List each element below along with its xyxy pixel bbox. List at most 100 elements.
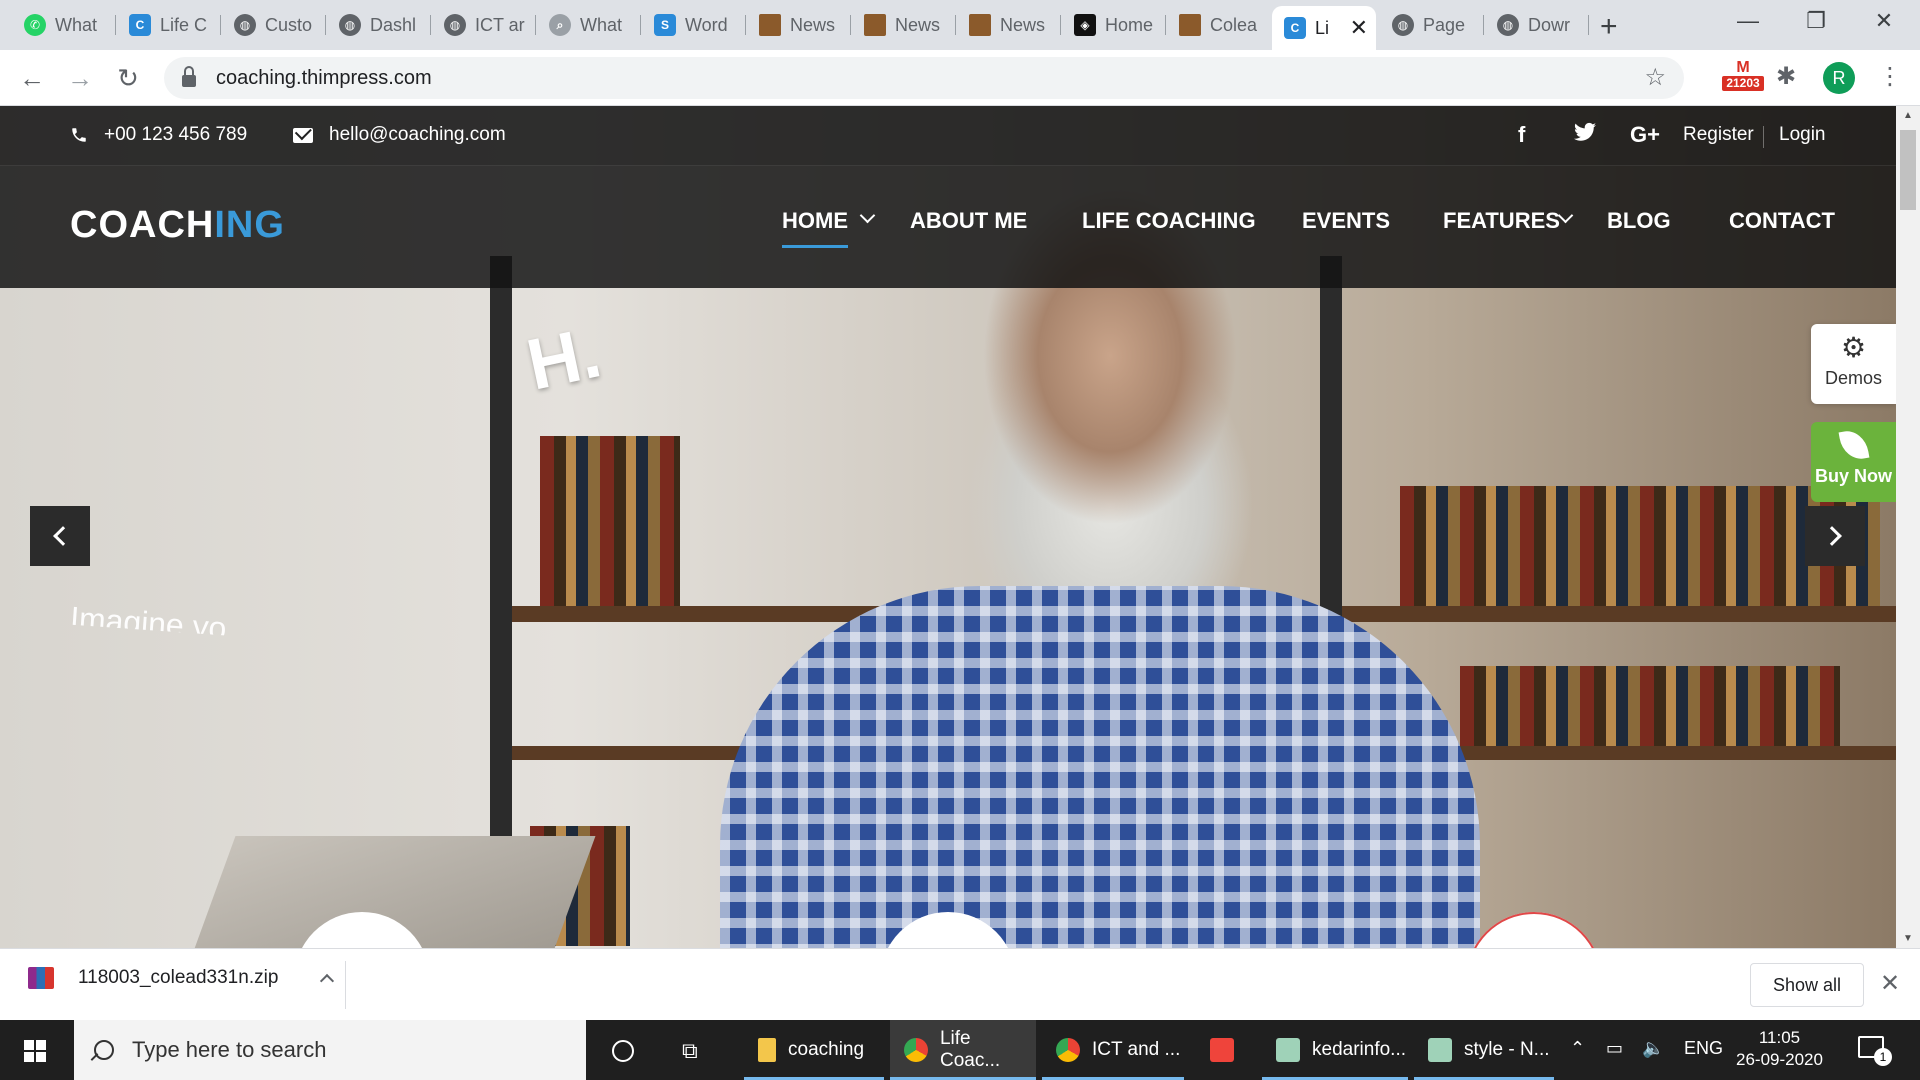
browser-tab[interactable]: ⌕ What xyxy=(537,7,641,43)
browser-tab[interactable]: News xyxy=(747,7,851,43)
scroll-down-icon[interactable]: ▼ xyxy=(1896,933,1920,944)
globe-icon: ◍ xyxy=(234,14,256,36)
cortana-icon[interactable] xyxy=(612,1040,634,1062)
browser-tab[interactable]: ◍ Page xyxy=(1380,7,1484,43)
archive-icon xyxy=(28,967,54,989)
menu-icon[interactable]: ⋮ xyxy=(1878,62,1902,91)
browser-tab[interactable]: S Word xyxy=(642,7,746,43)
email-contact[interactable]: hello@coaching.com xyxy=(293,124,506,146)
taskbar-app-chrome[interactable]: ICT and ... xyxy=(1042,1020,1184,1080)
volume-icon[interactable]: 🔈 xyxy=(1642,1038,1664,1059)
taskbar-app-explorer[interactable]: coaching xyxy=(744,1020,884,1080)
mail-count-badge: 21203 xyxy=(1722,76,1764,91)
nav-events[interactable]: EVENTS xyxy=(1302,208,1390,234)
browser-tab-strip: ✆ What C Life C ◍ Custo ◍ Dashl ◍ ICT ar… xyxy=(0,0,1920,50)
chevron-down-icon[interactable] xyxy=(859,207,876,224)
chevron-left-icon xyxy=(53,526,73,546)
phone-icon xyxy=(72,128,86,142)
close-tab-icon[interactable]: ✕ xyxy=(1350,15,1368,41)
nav-home[interactable]: HOME xyxy=(782,208,848,248)
browser-tab[interactable]: ◍ ICT ar xyxy=(432,7,536,43)
taskbar-app-chrome[interactable]: Life Coac... xyxy=(890,1020,1036,1080)
browser-tab[interactable]: News xyxy=(852,7,956,43)
extensions-icon[interactable]: ✱ xyxy=(1776,62,1796,91)
reload-icon[interactable]: ↻ xyxy=(110,62,146,94)
avatar[interactable]: R xyxy=(1823,62,1855,94)
browser-tab[interactable]: ◍ Custo xyxy=(222,7,326,43)
login-link[interactable]: Login xyxy=(1779,124,1826,146)
notification-count: 1 xyxy=(1874,1048,1892,1066)
site-logo[interactable]: COACHING xyxy=(70,204,285,247)
scroll-thumb[interactable] xyxy=(1900,130,1916,210)
close-download-bar-icon[interactable]: ✕ xyxy=(1880,969,1900,998)
site-topbar: +00 123 456 789 hello@coaching.com f G+ … xyxy=(0,106,1896,166)
twitter-icon[interactable] xyxy=(1574,122,1596,148)
lock-icon xyxy=(182,66,196,87)
nav-blog[interactable]: BLOG xyxy=(1607,208,1671,234)
taskbar-app-notepadpp[interactable]: kedarinfo... xyxy=(1262,1020,1408,1080)
notification-icon[interactable]: 1 xyxy=(1858,1036,1892,1066)
google-plus-icon[interactable]: G+ xyxy=(1630,122,1660,148)
taskbar-search[interactable]: Type here to search xyxy=(74,1020,586,1080)
back-icon[interactable]: ← xyxy=(14,62,50,94)
envelope-icon xyxy=(293,127,313,143)
restore-icon[interactable]: ❐ xyxy=(1786,8,1846,34)
main-navigation: COACHING HOME ABOUT ME LIFE COACHING EVE… xyxy=(0,166,1896,288)
windows-taskbar: Type here to search ⧉ coaching Life Coac… xyxy=(0,1020,1920,1080)
minimize-icon[interactable]: — xyxy=(1718,8,1778,34)
chevron-up-icon[interactable] xyxy=(320,973,335,989)
news-icon xyxy=(864,14,886,36)
browser-tab[interactable]: ✆ What xyxy=(12,7,116,43)
folder-icon xyxy=(758,1038,776,1062)
register-link[interactable]: Register xyxy=(1683,124,1754,146)
search-placeholder: Type here to search xyxy=(132,1037,327,1062)
search-icon xyxy=(94,1040,114,1060)
search-doc-icon: ⌕ xyxy=(549,14,571,36)
slider-next-button[interactable] xyxy=(1805,506,1865,566)
anydesk-icon xyxy=(1210,1038,1234,1062)
buy-now-button[interactable]: Buy Now xyxy=(1811,422,1896,502)
bookmark-star-icon[interactable]: ☆ xyxy=(1644,63,1666,92)
chrome-icon xyxy=(1056,1038,1080,1062)
page-scrollbar[interactable]: ▲ ▼ xyxy=(1896,106,1920,948)
browser-tab[interactable]: ◈ Home xyxy=(1062,7,1166,43)
browser-tab[interactable]: News xyxy=(957,7,1061,43)
address-bar[interactable]: coaching.thimpress.com ☆ xyxy=(164,57,1684,99)
nav-features[interactable]: FEATURES xyxy=(1443,208,1560,234)
browser-tab[interactable]: C Life C xyxy=(117,7,221,43)
show-all-button[interactable]: Show all xyxy=(1750,963,1864,1007)
browser-tab[interactable]: ◍ Dowr xyxy=(1485,7,1589,43)
taskbar-app-notepadpp[interactable]: style - N... xyxy=(1414,1020,1554,1080)
chevron-down-icon[interactable] xyxy=(1557,207,1574,224)
forward-icon[interactable]: → xyxy=(62,62,98,94)
nav-contact[interactable]: CONTACT xyxy=(1729,208,1835,234)
chevron-right-icon xyxy=(1822,526,1842,546)
new-tab-icon[interactable]: + xyxy=(1600,10,1618,44)
nav-life-coaching[interactable]: LIFE COACHING xyxy=(1082,208,1256,234)
browser-toolbar: ← → ↻ coaching.thimpress.com ☆ M 21203 ✱… xyxy=(0,50,1920,106)
windows-start-icon[interactable] xyxy=(24,1040,46,1062)
s-icon: S xyxy=(654,14,676,36)
phone-contact[interactable]: +00 123 456 789 xyxy=(70,124,247,146)
browser-tab[interactable]: Colea xyxy=(1167,7,1271,43)
facebook-icon[interactable]: f xyxy=(1518,122,1525,148)
browser-tab-active[interactable]: C Li ✕ xyxy=(1272,6,1376,50)
mail-extension-icon[interactable]: M 21203 xyxy=(1722,60,1764,94)
news-icon xyxy=(969,14,991,36)
person-shirt xyxy=(720,586,1480,948)
window-close-icon[interactable]: ✕ xyxy=(1854,8,1914,34)
taskbar-clock[interactable]: 11:05 26-09-2020 xyxy=(1736,1027,1823,1071)
battery-icon[interactable]: ▭ xyxy=(1606,1038,1623,1059)
chrome-icon xyxy=(904,1038,928,1062)
demos-button[interactable]: ⚙ Demos xyxy=(1811,324,1896,404)
browser-tab[interactable]: ◍ Dashl xyxy=(327,7,431,43)
tray-expand-icon[interactable]: ⌃ xyxy=(1570,1038,1585,1059)
slider-prev-button[interactable] xyxy=(30,506,90,566)
scroll-up-icon[interactable]: ▲ xyxy=(1896,110,1920,121)
nav-about-me[interactable]: ABOUT ME xyxy=(910,208,1027,234)
taskbar-app-anydesk[interactable] xyxy=(1196,1020,1252,1080)
download-item[interactable]: 118003_colead331n.zip xyxy=(28,967,335,989)
gear-icon: ⚙ xyxy=(1840,332,1867,363)
language-indicator[interactable]: ENG xyxy=(1684,1038,1723,1059)
task-view-icon[interactable]: ⧉ xyxy=(682,1038,698,1064)
